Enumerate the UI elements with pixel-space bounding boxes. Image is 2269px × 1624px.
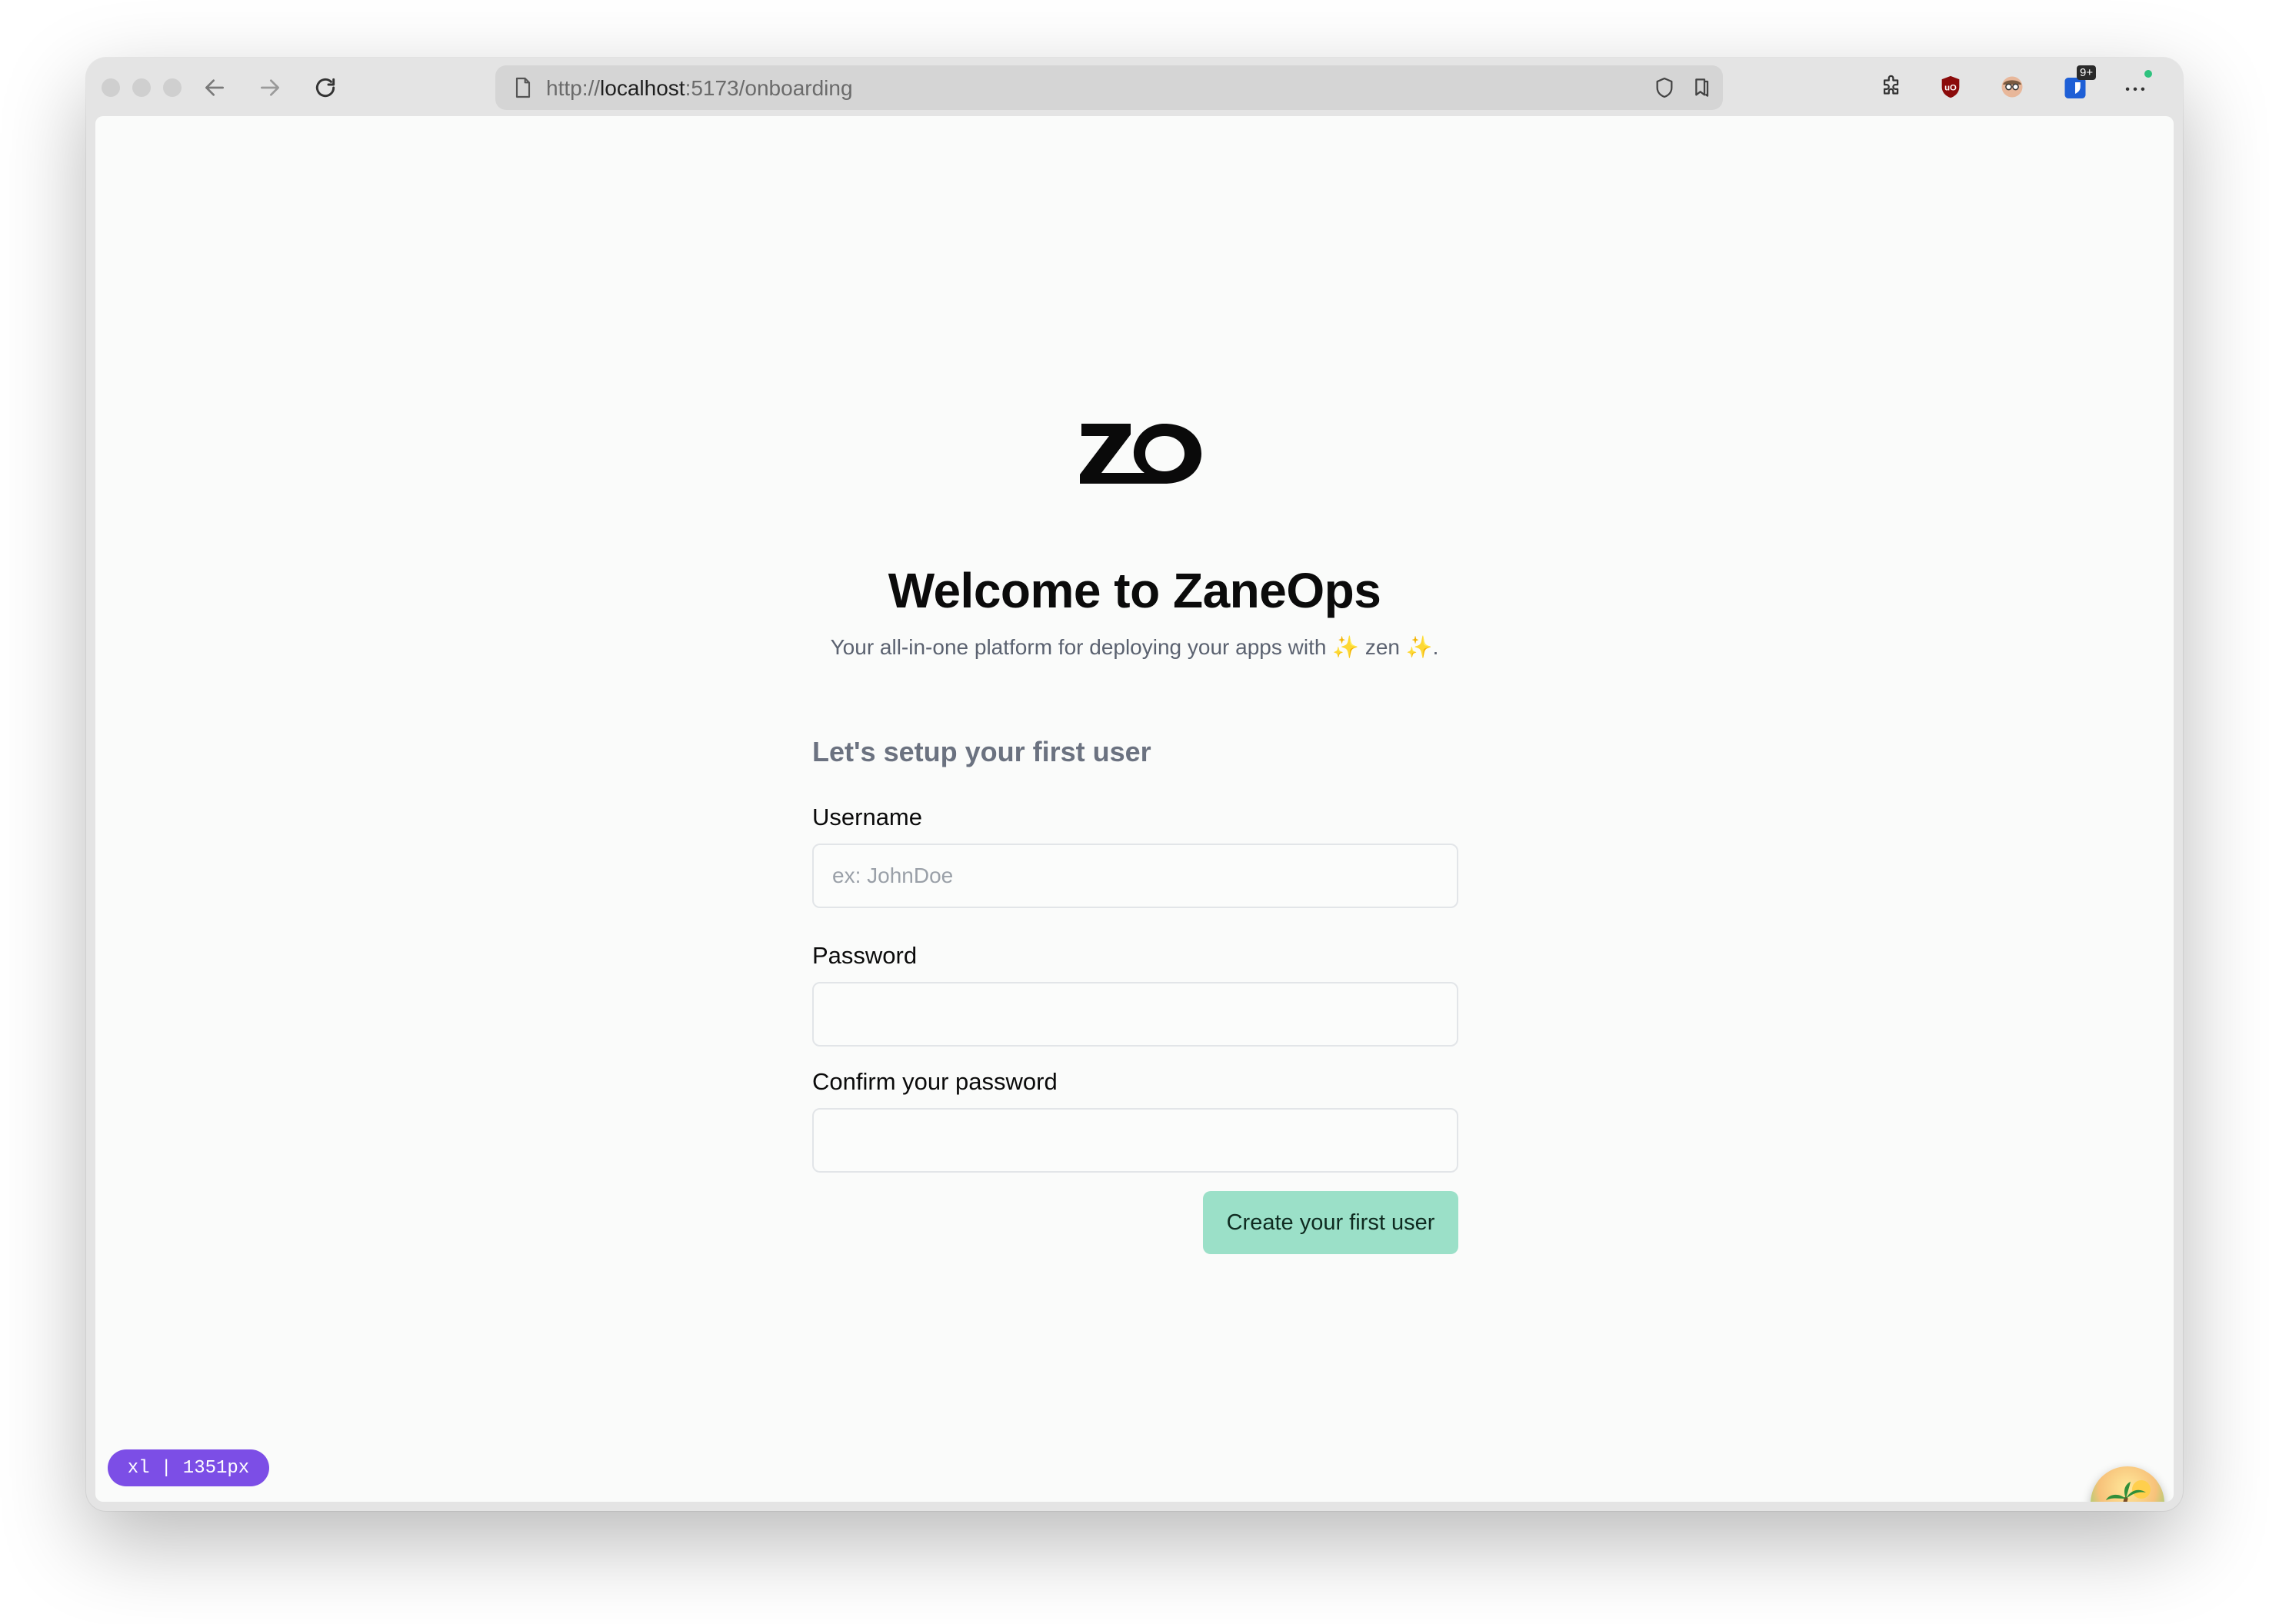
create-user-button[interactable]: Create your first user [1203, 1191, 1458, 1254]
profile-extension-button[interactable] [1994, 68, 2031, 105]
page-icon [515, 77, 531, 98]
arrow-right-icon [261, 79, 279, 96]
page-subtitle: Your all-in-one platform for deploying y… [830, 635, 1439, 659]
island-avatar-button[interactable] [2091, 1466, 2164, 1502]
tracking-shield-icon[interactable] [1652, 75, 1677, 100]
ublock-shield-icon: uO [1941, 75, 1960, 98]
username-input[interactable] [812, 844, 1458, 908]
page-viewport: Welcome to ZaneOps Your all-in-one platf… [95, 116, 2174, 1502]
browser-window: http://localhost:5173/onboarding uO 9+ W… [86, 58, 2183, 1511]
arrow-left-icon [205, 79, 224, 96]
url-host: localhost [600, 76, 685, 100]
close-window-button[interactable] [102, 78, 120, 97]
palm-island-icon [2106, 1480, 2151, 1502]
confirm-password-label: Confirm your password [812, 1068, 1058, 1095]
password-input[interactable] [812, 982, 1458, 1047]
extensions-button[interactable] [1874, 68, 1911, 105]
username-label: Username [812, 804, 922, 830]
face-icon [2001, 76, 2023, 98]
reload-button[interactable] [308, 70, 343, 105]
extension-badge: 9+ [2077, 65, 2097, 80]
browser-toolbar: http://localhost:5173/onboarding uO 9+ [86, 58, 2183, 116]
address-bar[interactable]: http://localhost:5173/onboarding [495, 65, 1723, 110]
breakpoint-badge: xl | 1351px [108, 1449, 269, 1486]
update-dot [2144, 70, 2152, 78]
url-text: http://localhost:5173/onboarding [546, 76, 853, 101]
svg-text:uO: uO [1944, 83, 1957, 92]
zaneops-logo [1080, 424, 1201, 484]
menu-button[interactable] [2117, 68, 2154, 105]
minimize-window-button[interactable] [132, 78, 151, 97]
bitwarden-extension-button[interactable]: 9+ [2057, 65, 2097, 105]
puzzle-icon [1883, 75, 1899, 95]
url-scheme: http:// [546, 76, 601, 100]
ublock-extension-button[interactable]: uO [1932, 68, 1969, 105]
back-button[interactable] [197, 70, 232, 105]
bookmark-icon[interactable] [1689, 75, 1714, 100]
forward-button[interactable] [252, 70, 288, 105]
more-dots-icon [2125, 87, 2145, 92]
url-path: :5173/onboarding [685, 76, 853, 100]
password-label: Password [812, 942, 918, 969]
form-section-title: Let's setup your first user [812, 736, 1151, 767]
confirm-password-input[interactable] [812, 1108, 1458, 1173]
page-title: Welcome to ZaneOps [888, 563, 1381, 618]
zoom-window-button[interactable] [163, 78, 182, 97]
reload-icon [315, 78, 335, 98]
